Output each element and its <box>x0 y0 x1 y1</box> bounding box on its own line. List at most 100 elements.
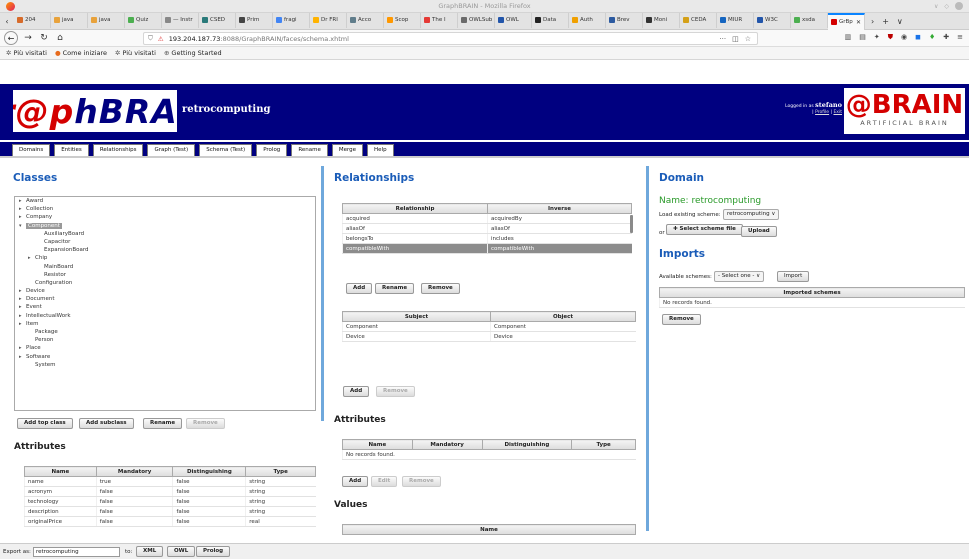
subject-column-header[interactable]: Subject <box>342 311 491 322</box>
column-header[interactable]: Distinguishing <box>172 466 247 477</box>
extension-green-icon[interactable]: ♦ <box>929 33 935 42</box>
profile-link[interactable]: Profile <box>815 110 829 115</box>
table-row[interactable]: acquired acquiredBy <box>342 213 632 224</box>
rename-relationship-button[interactable]: Rename <box>375 283 415 294</box>
export-prolog-button[interactable]: Prolog <box>196 546 231 557</box>
tree-node[interactable]: Resistor <box>15 271 315 279</box>
right-splitter[interactable] <box>646 166 649 531</box>
browser-tab[interactable]: W3C <box>754 12 791 28</box>
page-actions-icon[interactable]: ··· <box>719 35 726 43</box>
column-header[interactable]: Type <box>245 466 316 477</box>
tree-node[interactable]: AuxiliaryBoard <box>15 230 315 238</box>
subject-object-table[interactable]: Subject Object Component Component Device De… <box>342 311 636 342</box>
extension-icon[interactable]: ✦ <box>874 33 880 42</box>
extension-blue-icon[interactable]: ◼ <box>915 33 921 42</box>
bookmark-item[interactable]: ✲ Più visitati <box>6 49 47 57</box>
browser-tab[interactable]: Acco <box>347 12 384 28</box>
table-row[interactable]: acronym false false string <box>24 486 316 497</box>
browser-tab[interactable]: Auth <box>569 12 606 28</box>
tree-node[interactable]: ▸ Place <box>15 344 315 352</box>
tree-node[interactable]: ExpansionBoard <box>15 246 315 254</box>
tree-node[interactable]: Person <box>15 336 315 344</box>
imported-schemes-header[interactable]: Imported schemes <box>659 287 965 298</box>
expand-arrow-icon[interactable]: ▸ <box>28 254 35 262</box>
expand-arrow-icon[interactable]: ▸ <box>19 312 26 320</box>
table-row[interactable]: technology false false string <box>24 496 316 507</box>
expand-arrow-icon[interactable]: ▸ <box>19 353 26 361</box>
close-tab-icon[interactable]: ✕ <box>856 19 861 26</box>
rename-class-button[interactable]: Rename <box>143 418 183 429</box>
menu-tab-relationships[interactable]: Relationships <box>92 144 144 156</box>
pocket-icon[interactable]: ◫ <box>732 35 739 43</box>
menu-tab-entities[interactable]: Entities <box>54 144 89 156</box>
relationships-table[interactable]: Relationship Inverse acquired acquiredBy al… <box>342 203 632 254</box>
menu-tab-prolog[interactable]: Prolog <box>256 144 288 156</box>
bookmark-item[interactable]: ● Come iniziare <box>55 49 107 57</box>
tree-node[interactable]: ▸ Device <box>15 287 315 295</box>
browser-tab[interactable]: Moni <box>643 12 680 28</box>
export-name-input[interactable]: retrocomputing <box>33 547 120 557</box>
add-subject-object-button[interactable]: Add <box>343 386 370 397</box>
menu-tab-domains[interactable]: Domains <box>12 144 51 156</box>
browser-tab[interactable]: OWL <box>495 12 532 28</box>
maximize-icon[interactable]: ◇ <box>944 3 949 10</box>
browser-tab[interactable]: Scop <box>384 12 421 28</box>
expand-arrow-icon[interactable]: ▸ <box>19 320 26 328</box>
edit-rel-attribute-button[interactable]: Edit <box>371 476 398 487</box>
remove-rel-attribute-button[interactable]: Remove <box>402 476 441 487</box>
add-subclass-button[interactable]: Add subclass <box>79 418 134 429</box>
url-bar[interactable]: ⛉ ⚠ 193.204.187.73:8088/GraphBRAIN/faces… <box>143 32 758 45</box>
upload-button[interactable]: Upload <box>741 226 777 237</box>
menu-tab-help[interactable]: Help <box>367 144 394 156</box>
bookmark-item[interactable]: ⊕ Getting Started <box>164 49 222 57</box>
table-row[interactable]: Component Component <box>342 321 636 332</box>
new-tab-icon[interactable]: + <box>882 17 889 26</box>
expand-arrow-icon[interactable]: ▸ <box>19 344 26 352</box>
minimize-icon[interactable]: ∨ <box>934 3 938 10</box>
menu-tab-merge[interactable]: Merge <box>331 144 364 156</box>
browser-tab[interactable]: Prim <box>236 12 273 28</box>
expand-arrow-icon[interactable]: ▸ <box>19 303 26 311</box>
remove-relationship-button[interactable]: Remove <box>421 283 460 294</box>
home-icon[interactable]: ⌂ <box>52 33 68 43</box>
tree-node[interactable]: ▸ Company <box>15 213 315 221</box>
tree-node[interactable]: ▸ IntellectualWork <box>15 312 315 320</box>
values-name-header[interactable]: Name <box>342 524 636 535</box>
shield-icon[interactable]: ⛉ <box>148 34 153 43</box>
browser-tab[interactable]: java <box>51 12 88 28</box>
column-header[interactable]: Name <box>342 439 413 450</box>
table-row[interactable]: aliasOf aliasOf <box>342 223 632 234</box>
tree-node[interactable]: MainBoard <box>15 263 315 271</box>
reload-icon[interactable]: ↻ <box>36 33 52 43</box>
tree-node[interactable]: ▸ Event <box>15 303 315 311</box>
relationships-scrollbar[interactable] <box>630 215 633 233</box>
tree-node[interactable]: System <box>15 361 315 369</box>
browser-tab[interactable]: CEDA <box>680 12 717 28</box>
column-header[interactable]: Mandatory <box>411 439 483 450</box>
browser-tab[interactable]: CSED <box>199 12 236 28</box>
column-header[interactable]: Type <box>571 439 636 450</box>
tree-node[interactable]: ▾ Component <box>15 222 315 230</box>
add-relationship-button[interactable]: Add <box>346 283 373 294</box>
object-column-header[interactable]: Object <box>490 311 636 322</box>
tree-node[interactable]: Package <box>15 328 315 336</box>
load-scheme-select[interactable]: retrocomputing ∨ <box>723 209 780 220</box>
library-icon[interactable]: ▥ <box>845 33 852 42</box>
left-splitter[interactable] <box>321 166 324 421</box>
expand-arrow-icon[interactable]: ▸ <box>19 287 26 295</box>
table-row[interactable]: description false false string <box>24 506 316 517</box>
remove-import-button[interactable]: Remove <box>662 314 701 325</box>
tree-node[interactable]: Configuration <box>15 279 315 287</box>
remove-class-button[interactable]: Remove <box>186 418 225 429</box>
remove-subject-object-button[interactable]: Remove <box>376 386 415 397</box>
export-owl-button[interactable]: OWL <box>167 546 196 557</box>
expand-arrow-icon[interactable]: ▸ <box>19 213 26 221</box>
browser-tab[interactable]: xsda <box>791 12 828 28</box>
add-top-class-button[interactable]: Add top class <box>17 418 73 429</box>
exit-link[interactable]: Exit <box>833 110 842 115</box>
select-scheme-file-button[interactable]: ✚ Select scheme file <box>666 224 743 235</box>
browser-tab[interactable]: java <box>88 12 125 28</box>
table-row[interactable]: originalPrice false false real <box>24 516 316 527</box>
browser-tab[interactable]: OWLSub <box>458 12 495 28</box>
expand-arrow-icon[interactable]: ▸ <box>19 295 26 303</box>
